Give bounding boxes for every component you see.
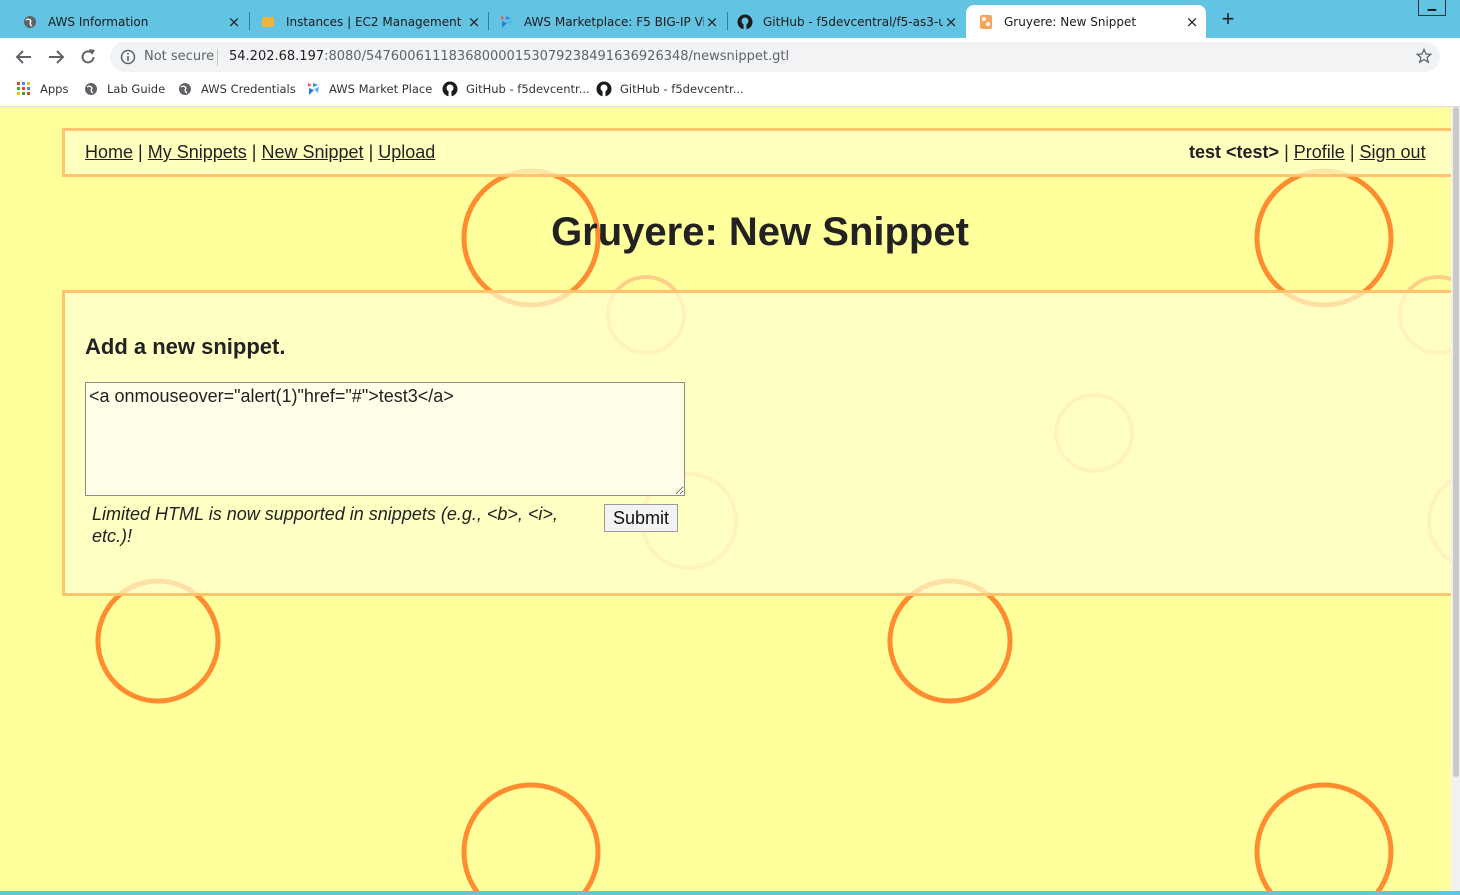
- gruyere-icon: [978, 14, 994, 30]
- forward-icon[interactable]: [44, 45, 68, 69]
- bookmarks-bar: Apps Lab Guide AWS Credentials AWS Marke…: [0, 76, 1460, 107]
- bookmark-aws-credentials[interactable]: AWS Credentials: [177, 81, 296, 97]
- globe-icon: [177, 81, 193, 97]
- close-icon[interactable]: ×: [1184, 13, 1200, 31]
- address-bar: Not secure 54.202.68.197:8080/5476006111…: [0, 38, 1460, 76]
- current-user: test <test>: [1189, 142, 1280, 162]
- new-snippet-panel: Add a new snippet. <a onmouseover="alert…: [62, 290, 1451, 596]
- decorative-circle: [1254, 782, 1394, 895]
- menu-right: test <test> | Profile | Sign out: [1189, 142, 1426, 163]
- github-icon: [596, 81, 612, 97]
- tab-title: Instances | EC2 Management Con: [286, 14, 466, 29]
- menu-link-new-snippet[interactable]: New Snippet: [262, 142, 364, 162]
- form-heading: Add a new snippet.: [85, 334, 286, 359]
- back-icon[interactable]: [12, 45, 36, 69]
- tab-aws-marketplace[interactable]: AWS Marketplace: F5 BIG-IP Virtu ×: [478, 5, 726, 38]
- menu-link-home[interactable]: Home: [85, 142, 133, 162]
- decorative-circle: [887, 578, 1013, 704]
- menu-link-profile[interactable]: Profile: [1294, 142, 1345, 162]
- tab-title: GitHub - f5devcentral/f5-as3-use: [763, 14, 943, 29]
- tab-aws-information[interactable]: AWS Information ×: [2, 5, 248, 38]
- menu-separator: |: [368, 142, 374, 162]
- decorative-circle: [95, 578, 221, 704]
- tab-title: AWS Information: [48, 14, 149, 29]
- globe-icon: [83, 81, 99, 97]
- menu-left: Home | My Snippets | New Snippet | Uploa…: [85, 142, 435, 163]
- bookmark-label: GitHub - f5devcentr...: [620, 82, 744, 96]
- snippet-textarea[interactable]: <a onmouseover="alert(1)"href="#">test3<…: [85, 382, 685, 496]
- bookmark-label: AWS Market Place: [329, 82, 433, 96]
- aws-console-icon: [260, 14, 276, 30]
- menu-separator: |: [1349, 142, 1355, 162]
- scrollbar-thumb[interactable]: [1453, 107, 1459, 777]
- bookmark-lab-guide[interactable]: Lab Guide: [83, 81, 165, 97]
- menu-separator: |: [1284, 142, 1289, 162]
- bookmark-star-icon[interactable]: [1415, 47, 1433, 64]
- globe-icon: [22, 14, 38, 30]
- window-bottom-border: [0, 891, 1460, 895]
- info-icon[interactable]: [120, 49, 136, 65]
- bookmark-label: AWS Credentials: [201, 82, 296, 96]
- tab-title: Gruyere: New Snippet: [1004, 14, 1137, 29]
- page-title: Gruyere: New Snippet: [551, 210, 969, 254]
- apps-grid-icon: [16, 81, 32, 97]
- html-support-note: Limited HTML is now supported in snippet…: [92, 504, 558, 546]
- tab-ec2-instances[interactable]: Instances | EC2 Management Con ×: [240, 5, 488, 38]
- bookmark-apps[interactable]: Apps: [16, 81, 68, 97]
- github-icon: [737, 14, 753, 30]
- bookmark-github-1[interactable]: GitHub - f5devcentr...: [442, 81, 590, 97]
- tab-gruyere-new-snippet[interactable]: Gruyere: New Snippet ×: [966, 5, 1206, 38]
- url-text[interactable]: 54.202.68.197:8080/547600611183680000153…: [229, 49, 789, 64]
- omnibox[interactable]: Not secure 54.202.68.197:8080/5476006111…: [110, 42, 1440, 72]
- menu-separator: |: [138, 142, 143, 162]
- submit-button[interactable]: Submit: [604, 504, 678, 532]
- aws-marketplace-icon: [305, 81, 321, 97]
- decorative-circle: [461, 782, 601, 895]
- bookmark-aws-market-place[interactable]: AWS Market Place: [305, 81, 432, 97]
- close-icon[interactable]: ×: [943, 13, 959, 31]
- security-label[interactable]: Not secure: [144, 49, 214, 64]
- bookmark-label: GitHub - f5devcentr...: [466, 82, 590, 96]
- reload-icon[interactable]: [76, 45, 100, 69]
- minimize-icon[interactable]: ▁: [1418, 0, 1446, 16]
- url-path: :8080/5476006111836800001530792384916369…: [324, 49, 790, 64]
- menu-link-sign-out[interactable]: Sign out: [1360, 142, 1426, 162]
- menu-link-my-snippets[interactable]: My Snippets: [148, 142, 247, 162]
- new-tab-button[interactable]: +: [1217, 8, 1239, 30]
- bookmark-label: Apps: [40, 82, 69, 96]
- tab-github[interactable]: GitHub - f5devcentral/f5-as3-use ×: [717, 5, 965, 38]
- omnibox-divider: [217, 49, 218, 66]
- url-host: 54.202.68.197: [229, 49, 325, 64]
- browser-chrome: AWS Information × Instances | EC2 Manage…: [0, 0, 1460, 107]
- tab-title: AWS Marketplace: F5 BIG-IP Virtu: [524, 14, 704, 29]
- bookmark-label: Lab Guide: [107, 82, 166, 96]
- top-menu: Home | My Snippets | New Snippet | Uploa…: [62, 128, 1451, 177]
- github-icon: [442, 81, 458, 97]
- aws-marketplace-icon: [498, 14, 514, 30]
- tab-strip: AWS Information × Instances | EC2 Manage…: [0, 0, 1460, 38]
- page-content: Home | My Snippets | New Snippet | Uploa…: [0, 107, 1451, 895]
- menu-link-upload[interactable]: Upload: [378, 142, 435, 162]
- bookmark-github-2[interactable]: GitHub - f5devcentr...: [596, 81, 744, 97]
- menu-separator: |: [251, 142, 257, 162]
